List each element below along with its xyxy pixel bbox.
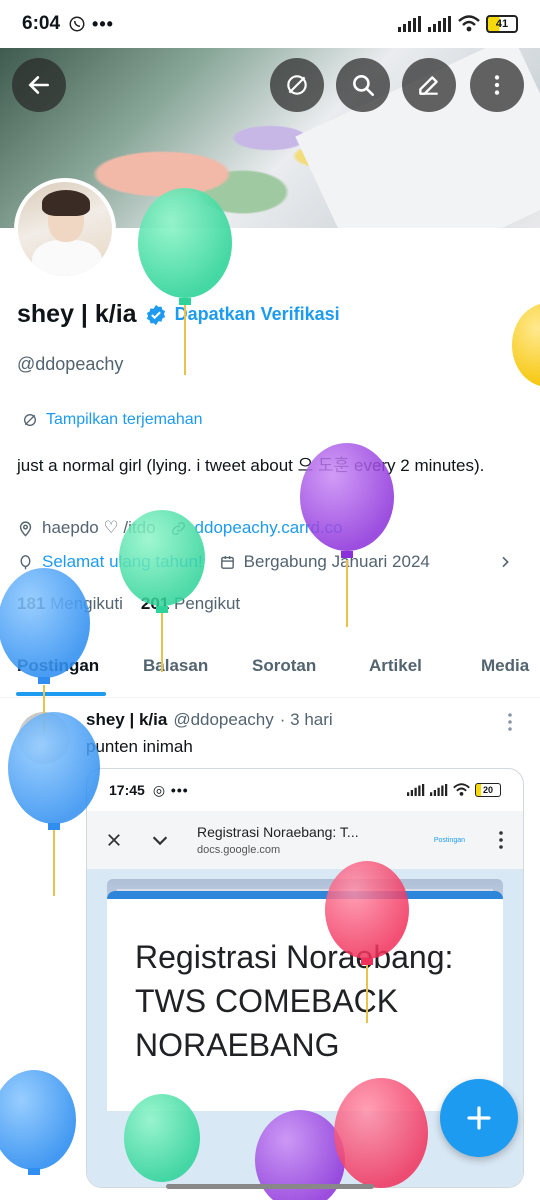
- chevron-right-icon[interactable]: [497, 554, 513, 570]
- wifi-icon: [458, 15, 480, 32]
- translate-button[interactable]: [270, 58, 324, 112]
- battery-icon: 41: [486, 15, 518, 33]
- followers-link[interactable]: 201 Pengikut: [141, 594, 240, 614]
- signal-icon: [398, 16, 421, 32]
- link-icon: [171, 521, 185, 535]
- post-avatar[interactable]: [18, 712, 70, 764]
- post-author[interactable]: shey | k/ia: [86, 710, 167, 730]
- tab-articles[interactable]: Artikel: [369, 656, 422, 676]
- profile-avatar[interactable]: [14, 178, 116, 280]
- status-bar: 6:04 ••• 41: [0, 0, 540, 48]
- profile-name: shey | k/ia: [17, 300, 137, 328]
- whatsapp-icon: [69, 16, 85, 32]
- birthday-link[interactable]: Selamat ulang tahun!: [42, 552, 203, 572]
- post-header: shey | k/ia @ddopeachy · 3 hari: [86, 710, 333, 730]
- close-icon: [108, 834, 120, 846]
- tab-highlights[interactable]: Sorotan: [252, 656, 316, 676]
- arrow-left-icon: [28, 76, 49, 94]
- profile-website-link[interactable]: ddopeachy.carrd.co: [195, 518, 343, 538]
- status-time: 6:04: [22, 13, 61, 34]
- screenshot-wifi-icon: [453, 783, 470, 796]
- post-text: punten inimah: [86, 737, 193, 756]
- name-row: shey | k/ia Dapatkan Verifikasi: [17, 300, 340, 329]
- profile-tabs: Postingan Balasan Sorotan Artikel Media: [0, 640, 540, 698]
- translate-icon: [287, 75, 307, 95]
- profile-bio: just a normal girl (lying. i tweet about…: [17, 456, 485, 475]
- more-button[interactable]: [470, 58, 524, 112]
- screenshot-mini-label: Postingan: [433, 836, 465, 844]
- post-handle: @ddopeachy: [173, 710, 274, 729]
- post-more-icon[interactable]: [506, 712, 514, 737]
- profile-meta-row-2: Selamat ulang tahun! Bergabung Januari 2…: [17, 552, 517, 572]
- edit-button[interactable]: [402, 58, 456, 112]
- tab-replies[interactable]: Balasan: [143, 656, 208, 676]
- screenshot-notification-icons: ◎ •••: [152, 781, 189, 798]
- tab-posts[interactable]: Postingan: [17, 656, 99, 676]
- home-indicator[interactable]: [166, 1184, 374, 1189]
- active-tab-indicator: [16, 692, 106, 696]
- screenshot-url: docs.google.com: [197, 844, 281, 856]
- verified-badge-icon: [146, 304, 165, 325]
- show-translation-link[interactable]: Tampilkan terjemahan: [22, 411, 203, 429]
- screenshot-form-title: Registrasi Noraebang: TWS COMEBACK NORAE…: [135, 939, 454, 1063]
- get-verified-link[interactable]: Dapatkan Verifikasi: [175, 304, 340, 325]
- profile-location: haepdo ♡ /itdo: [42, 518, 156, 537]
- search-icon: [353, 75, 375, 97]
- balloon-blue-3: [0, 1070, 76, 1175]
- balloon-yellow: [512, 304, 540, 386]
- follow-counts: 181 Mengikuti 201 Pengikut: [17, 594, 240, 614]
- location-icon: [19, 520, 32, 537]
- more-vertical-icon: [494, 75, 500, 95]
- back-button[interactable]: [12, 58, 66, 112]
- translate-small-icon: [24, 414, 36, 426]
- show-translation-label: Tampilkan terjemahan: [46, 411, 203, 428]
- chevron-down-icon: [152, 836, 168, 846]
- profile-handle: @ddopeachy: [17, 354, 124, 374]
- search-button[interactable]: [336, 58, 390, 112]
- screenshot-page-title: Registrasi Noraebang: T...: [197, 824, 359, 840]
- tab-media[interactable]: Media: [481, 656, 529, 676]
- following-link[interactable]: 181 Mengikuti: [17, 594, 123, 614]
- compose-post-button[interactable]: [440, 1079, 518, 1157]
- signal-icon-2: [428, 16, 451, 32]
- screenshot-url-bar: Registrasi Noraebang: T... docs.google.c…: [87, 811, 523, 869]
- screenshot-status-bar: 17:45 ◎ ••• 20: [87, 769, 523, 811]
- calendar-icon: [220, 555, 234, 569]
- screenshot-signal-icon: [407, 784, 425, 796]
- screenshot-battery-icon: 20: [475, 783, 501, 797]
- screenshot-more-icon: [499, 831, 503, 849]
- plus-icon: [467, 1106, 491, 1130]
- balloon-icon: [20, 554, 31, 569]
- pencil-icon: [419, 76, 438, 95]
- screenshot-signal-icon-2: [430, 784, 448, 796]
- profile-meta-row-1: haepdo ♡ /itdo ddopeachy.carrd.co: [17, 518, 343, 538]
- more-notifications-icon: •••: [92, 13, 114, 34]
- screenshot-form-card: Registrasi Noraebang: TWS COMEBACK NORAE…: [107, 891, 503, 1111]
- joined-date: Bergabung Januari 2024: [243, 552, 430, 571]
- post-time: · 3 hari: [279, 710, 333, 729]
